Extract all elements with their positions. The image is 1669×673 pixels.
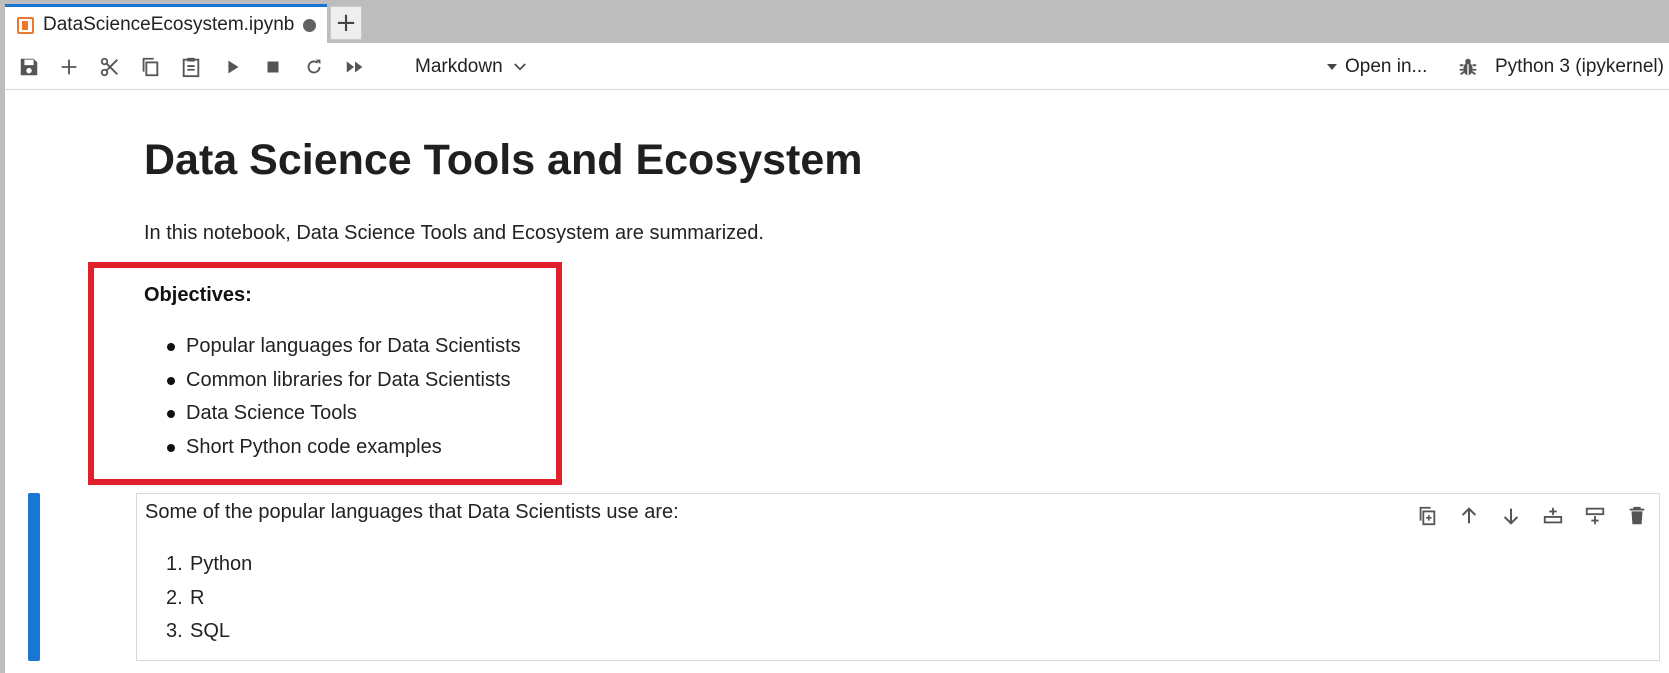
list-item: 3. SQL [166,620,231,642]
bullet-icon [167,443,175,452]
insert-below-icon[interactable] [1581,502,1609,530]
unsaved-dot-icon[interactable] [303,18,317,32]
tab-bar: DataScienceEcosystem.ipynb + [0,0,1669,43]
delete-cell-icon[interactable] [1623,502,1651,530]
jupyterlab-window: DataScienceEcosystem.ipynb + Markdown Op… [0,0,1669,673]
cell-type-label: Markdown [415,56,503,77]
intro-text: In this notebook, Data Science Tools and… [144,222,764,244]
duplicate-cell-icon[interactable] [1413,502,1441,530]
restart-icon[interactable] [300,53,328,81]
list-item: 2. R [166,586,205,609]
copy-icon[interactable] [136,53,164,81]
page-title: Data Science Tools and Ecosystem [144,136,863,184]
active-cell-indicator[interactable] [28,493,40,661]
cell-toolbar [1399,502,1651,530]
run-all-icon[interactable] [341,53,369,81]
open-in-menu[interactable]: Open in... [1327,53,1427,81]
notebook-toolbar: Markdown Open in... Python 3 (ipykernel) [5,43,1669,90]
list-item: Common libraries for Data Scientists [144,367,521,401]
list-item: Data Science Tools [144,400,521,434]
stop-icon[interactable] [259,53,287,81]
notebook-panel: Data Science Tools and Ecosystem In this… [5,91,1669,673]
bullet-icon [167,410,175,418]
bullet-icon [167,376,175,385]
cut-icon[interactable] [96,53,124,81]
cell-text: Some of the popular languages that Data … [145,501,679,523]
notebook-tab[interactable]: DataScienceEcosystem.ipynb [5,4,327,43]
objectives-list: Popular languages for Data Scientists Co… [144,333,521,467]
paste-icon[interactable] [177,53,205,81]
open-in-label: Open in... [1345,56,1428,77]
new-tab-button[interactable]: + [330,6,362,40]
bullet-icon [167,343,175,351]
languages-list: 1. Python 2. R 3. SQL [145,551,252,652]
list-item: Popular languages for Data Scientists [144,333,521,367]
list-item: 1. Python [166,553,253,575]
chevron-down-icon [513,63,526,71]
objectives-heading: Objectives: [144,284,252,306]
notebook-icon [17,16,34,34]
run-icon[interactable] [219,53,247,81]
add-cell-icon[interactable] [55,53,83,81]
cell-type-dropdown[interactable]: Markdown [415,53,529,81]
save-icon[interactable] [15,53,43,81]
move-down-icon[interactable] [1497,502,1525,530]
move-up-icon[interactable] [1455,502,1483,530]
insert-above-icon[interactable] [1539,502,1567,530]
list-item: Short Python code examples [144,434,521,468]
markdown-cell-active[interactable]: Some of the popular languages that Data … [136,493,1660,661]
caret-down-icon [1327,64,1337,70]
tab-title: DataScienceEcosystem.ipynb [43,14,295,35]
debugger-bug-icon[interactable] [1454,53,1482,81]
kernel-status[interactable]: Python 3 (ipykernel) [1495,53,1664,81]
